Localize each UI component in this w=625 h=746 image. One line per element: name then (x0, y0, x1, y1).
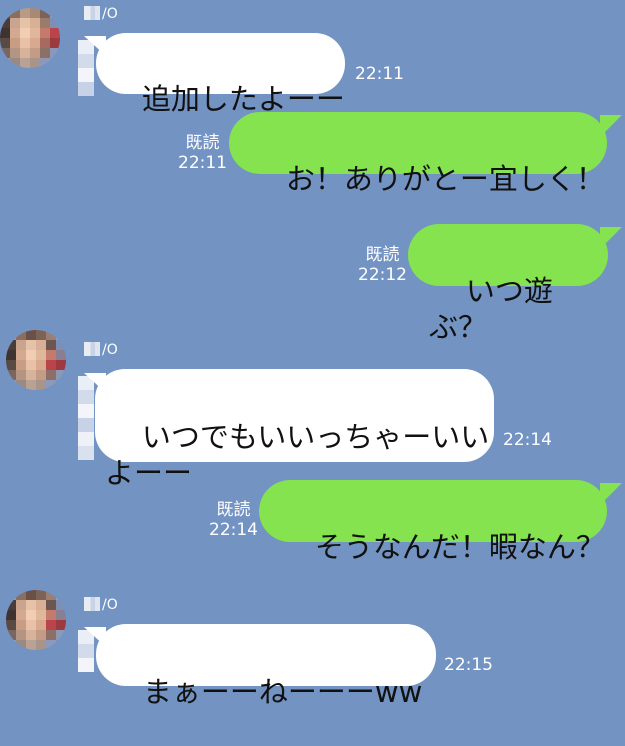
message-time: 22:11 (178, 153, 227, 173)
message-bubble[interactable]: お！ありがとー宜しく！ (229, 112, 607, 196)
message-meta: 既読 22:11 (178, 133, 227, 173)
bubble-tail (600, 227, 622, 249)
bubble-tail (600, 483, 622, 505)
redacted-name-block (84, 6, 100, 20)
message-bubble[interactable]: まぁーーねーーーww (96, 624, 436, 709)
message-text: 追加したよーー (141, 82, 345, 116)
read-receipt: 既読 (365, 245, 400, 265)
mosaic-block (78, 376, 94, 460)
mosaic-block (78, 40, 94, 96)
message-time: 22:12 (358, 265, 407, 285)
chat-view[interactable]: /O 追加したよーー 22:11 既読 22:11 お！ありがとー宜しく！ 既読… (0, 0, 625, 709)
message-text: まぁーーねーーーww (142, 675, 423, 709)
sender-avatar[interactable] (6, 590, 66, 650)
read-receipt: 既読 (185, 133, 220, 153)
bubble-tail (600, 115, 622, 137)
message-bubble[interactable]: いつでもいいっちゃーいい よーー (95, 369, 494, 490)
message-time: 22:15 (444, 655, 493, 675)
message-time: 22:14 (209, 520, 258, 540)
read-receipt: 既読 (216, 500, 251, 520)
sender-name: /O (84, 6, 118, 22)
sender-name: /O (84, 597, 118, 613)
message-text: いつ遊ぶ？ (429, 274, 553, 344)
message-meta: 既読 22:14 (209, 500, 258, 540)
message-bubble[interactable]: いつ遊ぶ？ (408, 224, 608, 344)
redacted-name-block (84, 597, 100, 611)
sender-avatar[interactable] (0, 8, 60, 68)
message-bubble[interactable]: そうなんだ！暇なん？ (259, 480, 607, 564)
message-meta: 既読 22:12 (358, 245, 407, 285)
message-text: そうなんだ！暇なん？ (314, 530, 605, 564)
message-time: 22:14 (503, 430, 552, 450)
message-text: お！ありがとー宜しく！ (285, 162, 605, 196)
sender-avatar[interactable] (6, 330, 66, 390)
redacted-name-block (84, 342, 100, 356)
mosaic-block (78, 630, 94, 672)
sender-name: /O (84, 342, 118, 358)
message-bubble[interactable]: 追加したよーー (96, 33, 345, 116)
message-time: 22:11 (355, 64, 404, 84)
